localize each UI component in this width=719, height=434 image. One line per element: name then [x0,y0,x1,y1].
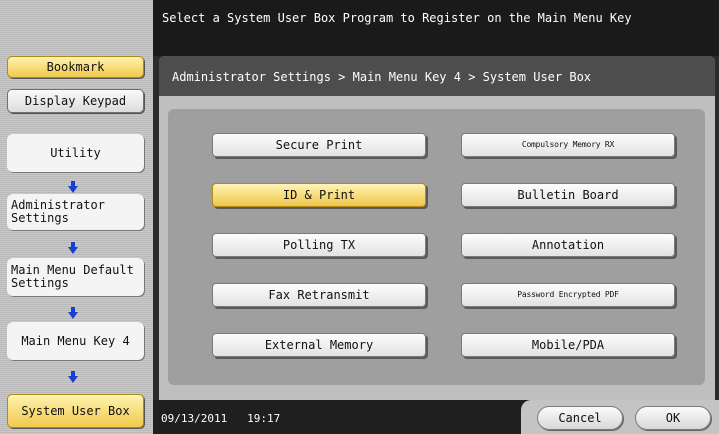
instruction-banner: Select a System User Box Program to Regi… [153,0,719,56]
id-and-print-button[interactable]: ID & Print [212,183,426,207]
arrow-down-icon [68,242,78,254]
footer-bar: 09/13/2011 19:17 Cancel OK [153,400,719,434]
mobile-pda-button[interactable]: Mobile/PDA [461,333,675,357]
breadcrumb-step-main-menu-key-4[interactable]: Main Menu Key 4 [7,322,144,360]
annotation-button[interactable]: Annotation [461,233,675,257]
display-keypad-button[interactable]: Display Keypad [7,89,144,113]
compulsory-memory-rx-button[interactable]: Compulsory Memory RX [461,133,675,157]
options-area: Secure Print ID & Print Polling TX Fax R… [168,109,705,385]
polling-tx-button[interactable]: Polling TX [212,233,426,257]
bulletin-board-button[interactable]: Bulletin Board [461,183,675,207]
breadcrumb-text: Administrator Settings > Main Menu Key 4… [172,70,592,84]
breadcrumb-step-administrator-settings[interactable]: Administrator Settings [7,194,144,230]
secure-print-button[interactable]: Secure Print [212,133,426,157]
fax-retransmit-button[interactable]: Fax Retransmit [212,283,426,307]
bookmark-button[interactable]: Bookmark [7,56,144,78]
breadcrumb: Administrator Settings > Main Menu Key 4… [159,56,715,96]
instruction-text: Select a System User Box Program to Regi… [162,11,632,25]
sidebar: Bookmark Display Keypad Utility Administ… [0,0,153,434]
arrow-down-icon [68,181,78,193]
breadcrumb-step-system-user-box[interactable]: System User Box [7,394,144,428]
main-panel: Administrator Settings > Main Menu Key 4… [159,56,715,400]
breadcrumb-step-utility[interactable]: Utility [7,134,144,172]
breadcrumb-step-main-menu-default-settings[interactable]: Main Menu Default Settings [7,258,144,296]
external-memory-button[interactable]: External Memory [212,333,426,357]
time-text: 19:17 [247,412,281,425]
cancel-button[interactable]: Cancel [537,406,623,430]
ok-button[interactable]: OK [635,406,711,430]
arrow-down-icon [68,371,78,383]
password-encrypted-pdf-button[interactable]: Password Encrypted PDF [461,283,675,307]
footer-action-tab: Cancel OK [521,400,719,434]
date-text: 09/13/2011 [161,412,228,425]
arrow-down-icon [68,307,78,319]
datetime: 09/13/2011 19:17 [161,412,280,425]
